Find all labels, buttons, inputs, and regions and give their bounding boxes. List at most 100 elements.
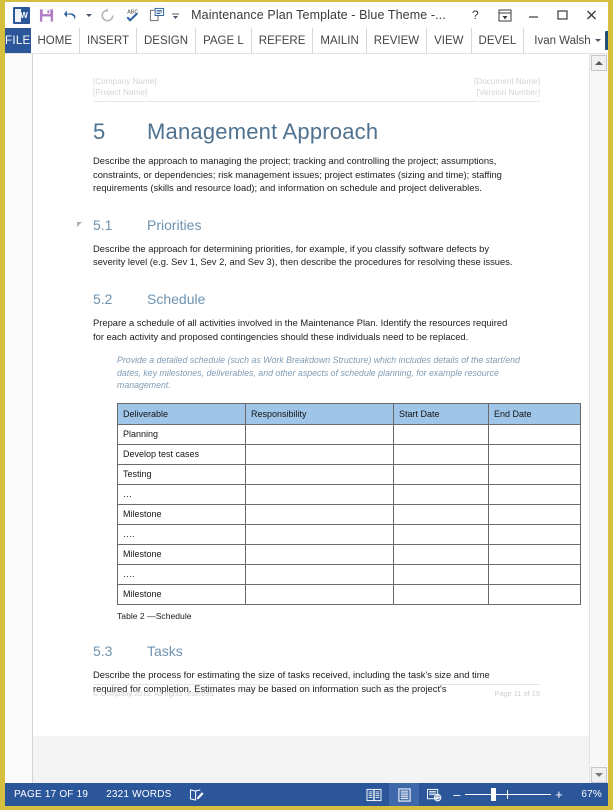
cell-start-date[interactable] (393, 443, 489, 465)
cell-deliverable[interactable]: …. (117, 523, 246, 545)
undo-icon[interactable] (59, 3, 83, 27)
scroll-up-arrow-icon[interactable] (591, 55, 607, 71)
table-row[interactable]: Milestone (117, 503, 581, 525)
cell-start-date[interactable] (393, 463, 489, 485)
zoom-level-label[interactable]: 67% (567, 789, 602, 800)
cell-deliverable[interactable]: Planning (117, 423, 246, 445)
cell-deliverable[interactable]: …. (117, 563, 246, 585)
cell-deliverable[interactable]: Testing (117, 463, 246, 485)
window-title: Maintenance Plan Template - Blue Theme -… (191, 8, 446, 22)
cell-end-date[interactable] (488, 563, 581, 585)
ribbon-display-options-icon[interactable] (490, 3, 519, 27)
spelling-check-icon[interactable]: ABC (120, 3, 144, 27)
scrollbar-track[interactable] (590, 72, 608, 766)
zoom-out-button[interactable]: – (449, 788, 465, 801)
cell-responsibility[interactable] (245, 423, 394, 445)
cell-responsibility[interactable] (245, 563, 394, 585)
tab-developer[interactable]: DEVEL (472, 28, 525, 53)
cell-deliverable[interactable]: … (117, 483, 246, 505)
document-page[interactable]: [Company Name] [Project Name] [Document … (33, 54, 590, 736)
avatar[interactable]: K (604, 31, 608, 50)
read-mode-view-button[interactable] (359, 783, 389, 806)
cell-deliverable[interactable]: Milestone (117, 583, 246, 605)
tab-home[interactable]: HOME (31, 28, 80, 53)
tab-insert[interactable]: INSERT (80, 28, 137, 53)
scroll-down-arrow-icon[interactable] (591, 767, 607, 783)
tab-review[interactable]: REVIEW (367, 28, 428, 53)
cell-end-date[interactable] (488, 423, 581, 445)
cell-end-date[interactable] (488, 503, 581, 525)
zoom-slider[interactable] (465, 787, 551, 803)
account-area[interactable]: Ivan Walsh K (524, 28, 608, 53)
zoom-control[interactable]: – + 67% (449, 787, 608, 803)
table-body: Planning Develop test cases Testing … Mi… (117, 423, 581, 605)
minimize-button[interactable] (519, 3, 548, 27)
table-row[interactable]: …. (117, 523, 581, 545)
table-row[interactable]: … (117, 483, 581, 505)
heading-5-1[interactable]: 5.1 Priorities (77, 217, 540, 233)
cell-end-date[interactable] (488, 543, 581, 565)
tab-references[interactable]: REFERE (252, 28, 314, 53)
help-button[interactable]: ? (461, 3, 490, 27)
zoom-slider-handle[interactable] (491, 787, 496, 801)
tab-mailings[interactable]: MAILIN (313, 28, 367, 53)
column-start-date: Start Date (393, 402, 489, 425)
cell-responsibility[interactable] (245, 523, 394, 545)
cell-end-date[interactable] (488, 463, 581, 485)
table-row[interactable]: Milestone (117, 583, 581, 605)
cell-start-date[interactable] (393, 583, 489, 605)
schedule-table[interactable]: Deliverable Responsibility Start Date En… (117, 402, 581, 605)
close-button[interactable] (577, 3, 606, 27)
cell-responsibility[interactable] (245, 503, 394, 525)
web-layout-view-button[interactable] (419, 783, 449, 806)
table-row[interactable]: Testing (117, 463, 581, 485)
cell-end-date[interactable] (488, 443, 581, 465)
cell-deliverable[interactable]: Milestone (117, 503, 246, 525)
print-layout-view-button[interactable] (389, 783, 419, 806)
tab-view[interactable]: VIEW (427, 28, 472, 53)
column-end-date: End Date (488, 402, 581, 425)
vertical-scrollbar[interactable] (589, 54, 608, 784)
cell-deliverable[interactable]: Milestone (117, 543, 246, 565)
collapse-triangle-icon[interactable] (77, 221, 82, 232)
cell-responsibility[interactable] (245, 463, 394, 485)
cell-end-date[interactable] (488, 483, 581, 505)
table-row[interactable]: …. (117, 563, 581, 585)
cell-end-date[interactable] (488, 583, 581, 605)
maximize-restore-button[interactable] (548, 3, 577, 27)
paragraph-5-1: Describe the approach for determining pr… (93, 242, 513, 268)
cell-end-date[interactable] (488, 523, 581, 545)
status-word-count[interactable]: 2321 WORDS (97, 783, 180, 806)
cell-responsibility[interactable] (245, 543, 394, 565)
cell-start-date[interactable] (393, 543, 489, 565)
tab-file[interactable]: FILE (5, 28, 31, 53)
heading-5-3[interactable]: 5.3 Tasks (93, 643, 540, 659)
customize-qat-icon[interactable] (170, 3, 180, 27)
redo-icon[interactable] (95, 3, 119, 27)
cell-responsibility[interactable] (245, 483, 394, 505)
cell-start-date[interactable] (393, 563, 489, 585)
header-company-name: [Company Name] (93, 77, 157, 86)
tab-page-layout[interactable]: PAGE L (196, 28, 252, 53)
account-dropdown-icon[interactable] (594, 39, 601, 42)
save-icon[interactable] (34, 3, 58, 27)
status-page-indicator[interactable]: PAGE 17 OF 19 (5, 783, 97, 806)
cell-start-date[interactable] (393, 483, 489, 505)
tab-design[interactable]: DESIGN (137, 28, 197, 53)
cell-responsibility[interactable] (245, 583, 394, 605)
undo-dropdown-icon[interactable] (84, 3, 94, 27)
table-row[interactable]: Planning (117, 423, 581, 445)
zoom-in-button[interactable]: + (551, 788, 567, 801)
proofing-errors-icon[interactable] (180, 783, 214, 806)
cell-responsibility[interactable] (245, 443, 394, 465)
table-row[interactable]: Milestone (117, 543, 581, 565)
heading-5-2[interactable]: 5.2 Schedule (93, 291, 540, 307)
word-logo-icon[interactable]: W (9, 3, 33, 27)
cell-start-date[interactable] (393, 423, 489, 445)
touch-mode-icon[interactable] (145, 3, 169, 27)
cell-start-date[interactable] (393, 503, 489, 525)
cell-deliverable[interactable]: Develop test cases (117, 443, 246, 465)
table-row[interactable]: Develop test cases (117, 443, 581, 465)
heading-5-2-number: 5.2 (93, 290, 113, 307)
cell-start-date[interactable] (393, 523, 489, 545)
